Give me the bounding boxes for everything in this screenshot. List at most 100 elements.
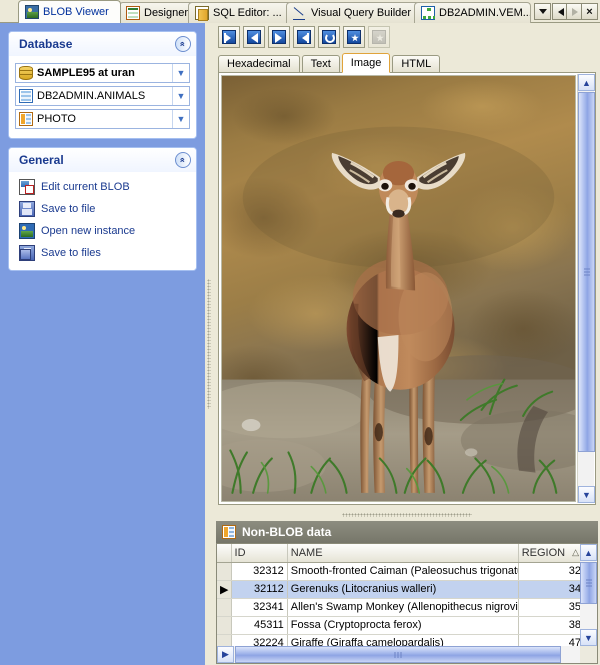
scroll-down-button[interactable]: ▼	[578, 486, 595, 503]
table-combo[interactable]: DB2ADMIN.ANIMALS ▼	[15, 86, 190, 106]
column-value: PHOTO	[37, 113, 76, 125]
document-icon	[195, 6, 209, 21]
grid-horizontal-scrollbar[interactable]: ◀ ▶	[217, 646, 580, 663]
first-record-icon	[222, 30, 236, 44]
data-grid-table: ID NAME REGION △ 32312 Smooth-fronted Ca…	[217, 544, 586, 653]
star-icon	[347, 30, 361, 44]
splitter-grip	[207, 279, 211, 409]
grid-scroll-thumb[interactable]	[580, 562, 597, 604]
clear-blob-button[interactable]	[368, 26, 390, 48]
action-label: Open new instance	[41, 225, 136, 237]
database-panel-title: Database	[19, 37, 73, 51]
viewer-format-tabs: Hexadecimal Text Image HTML	[218, 53, 442, 73]
cell-name: Fossa (Cryptoprocta ferox)	[287, 616, 519, 635]
prior-record-button[interactable]	[243, 26, 265, 48]
chevron-down-icon[interactable]: ▼	[172, 64, 189, 82]
prior-record-icon	[247, 30, 261, 44]
cell-region: 34	[518, 580, 586, 599]
scroll-up-button[interactable]: ▲	[578, 74, 595, 91]
tab-text[interactable]: Text	[301, 55, 340, 73]
grid-h-scroll-thumb[interactable]	[235, 646, 561, 663]
non-blob-data-header: Non-BLOB data	[216, 521, 598, 543]
grid-scroll-right-button[interactable]: ▶	[217, 646, 234, 663]
refresh-button[interactable]	[318, 26, 340, 48]
data-grid[interactable]: ID NAME REGION △ 32312 Smooth-fronted Ca…	[216, 543, 598, 664]
database-icon	[19, 66, 33, 80]
tab-html[interactable]: HTML	[392, 55, 441, 73]
edit-blob-icon	[19, 179, 35, 195]
grid-scroll-down-button[interactable]: ▼	[580, 629, 597, 646]
collapse-icon[interactable]: «	[175, 36, 191, 52]
chevron-down-icon[interactable]: ▼	[172, 110, 189, 128]
table-icon	[19, 89, 33, 103]
next-record-button[interactable]	[268, 26, 290, 48]
column-header-marker	[217, 544, 232, 563]
column-combo[interactable]: PHOTO ▼	[15, 109, 190, 129]
blob-image-viewer: ▲ ▼	[218, 72, 596, 505]
save-to-file-action[interactable]: Save to file	[15, 198, 190, 220]
gerenuk-photo	[222, 76, 575, 501]
tab-sql-editor[interactable]: SQL Editor: ...	[188, 2, 292, 23]
action-label: Edit current BLOB	[41, 181, 130, 193]
non-blob-data-title: Non-BLOB data	[242, 525, 332, 539]
table-data-icon	[222, 525, 236, 539]
scroll-thumb[interactable]	[578, 92, 595, 452]
sort-ascending-icon: △	[572, 546, 579, 557]
connection-combo[interactable]: SAMPLE95 at uran ▼	[15, 63, 190, 83]
action-label: Save to files	[41, 247, 101, 259]
tab-db2admin-vem[interactable]: DB2ADMIN.VEM...	[414, 2, 531, 23]
last-record-button[interactable]	[293, 26, 315, 48]
cell-region: 35	[518, 598, 586, 617]
table-row[interactable]: 45311 Fossa (Cryptoprocta ferox) 38	[217, 616, 586, 635]
column-header-id[interactable]: ID	[231, 544, 288, 563]
picture-icon	[25, 5, 39, 19]
tab-hexadecimal[interactable]: Hexadecimal	[218, 55, 300, 73]
cell-name: Smooth-fronted Caiman (Paleosuchus trigo…	[287, 562, 519, 581]
general-panel-body: Edit current BLOB Save to file Open new …	[9, 172, 196, 270]
table-row[interactable]: 32312 Smooth-fronted Caiman (Paleosuchus…	[217, 562, 586, 581]
tab-blob-viewer[interactable]: BLOB Viewer	[18, 0, 121, 23]
grid-vertical-scrollbar[interactable]: ▲ ▼	[580, 544, 597, 646]
open-new-instance-action[interactable]: Open new instance	[15, 220, 190, 242]
column-header-region[interactable]: REGION △	[518, 544, 586, 563]
tab-visual-query-builder[interactable]: Visual Query Builder	[286, 2, 420, 23]
record-navigation-toolbar	[218, 26, 390, 50]
table-row[interactable]: ▶ 32112 Gerenuks (Litocranius walleri) 3…	[217, 580, 586, 599]
thumb-grip-icon	[584, 268, 590, 276]
right-arrow-icon	[571, 7, 578, 16]
tree-icon	[421, 6, 435, 20]
save-icon	[19, 201, 35, 217]
cell-name: Gerenuks (Litocranius walleri)	[287, 580, 519, 599]
first-record-button[interactable]	[218, 26, 240, 48]
image-canvas[interactable]	[221, 75, 576, 502]
action-label: Save to file	[41, 203, 96, 215]
cell-region: 32	[518, 562, 586, 581]
general-panel-header: General «	[9, 148, 196, 172]
vertical-splitter[interactable]	[205, 23, 214, 665]
chevron-down-icon[interactable]: ▼	[172, 87, 189, 105]
cell-name: Allen's Swamp Monkey (Allenopithecus nig…	[287, 598, 519, 617]
tab-label: DB2ADMIN.VEM...	[439, 7, 531, 19]
grid-icon	[126, 6, 140, 20]
table-header-row: ID NAME REGION △	[217, 544, 586, 563]
tab-label: SQL Editor: ...	[213, 7, 282, 19]
close-tab-button[interactable]: ×	[581, 3, 598, 20]
edit-current-blob-action[interactable]: Edit current BLOB	[15, 176, 190, 198]
horizontal-splitter[interactable]	[214, 508, 600, 521]
table-value: DB2ADMIN.ANIMALS	[37, 90, 146, 102]
grid-scroll-up-button[interactable]: ▲	[580, 544, 597, 561]
tab-label: Text	[310, 58, 331, 70]
collapse-icon[interactable]: «	[175, 152, 191, 168]
cell-id: 45311	[231, 616, 288, 635]
database-panel-header: Database «	[9, 32, 196, 56]
tab-image[interactable]: Image	[341, 53, 391, 73]
column-header-name[interactable]: NAME	[287, 544, 519, 563]
close-icon: ×	[586, 5, 593, 18]
save-to-files-action[interactable]: Save to files	[15, 242, 190, 264]
table-row[interactable]: 32341 Allen's Swamp Monkey (Allenopithec…	[217, 598, 586, 617]
tab-list-dropdown-button[interactable]	[534, 3, 551, 20]
dropdown-icon	[538, 9, 547, 14]
row-marker: ▶	[217, 580, 232, 599]
load-blob-button[interactable]	[343, 26, 365, 48]
image-vertical-scrollbar[interactable]: ▲ ▼	[577, 74, 595, 503]
